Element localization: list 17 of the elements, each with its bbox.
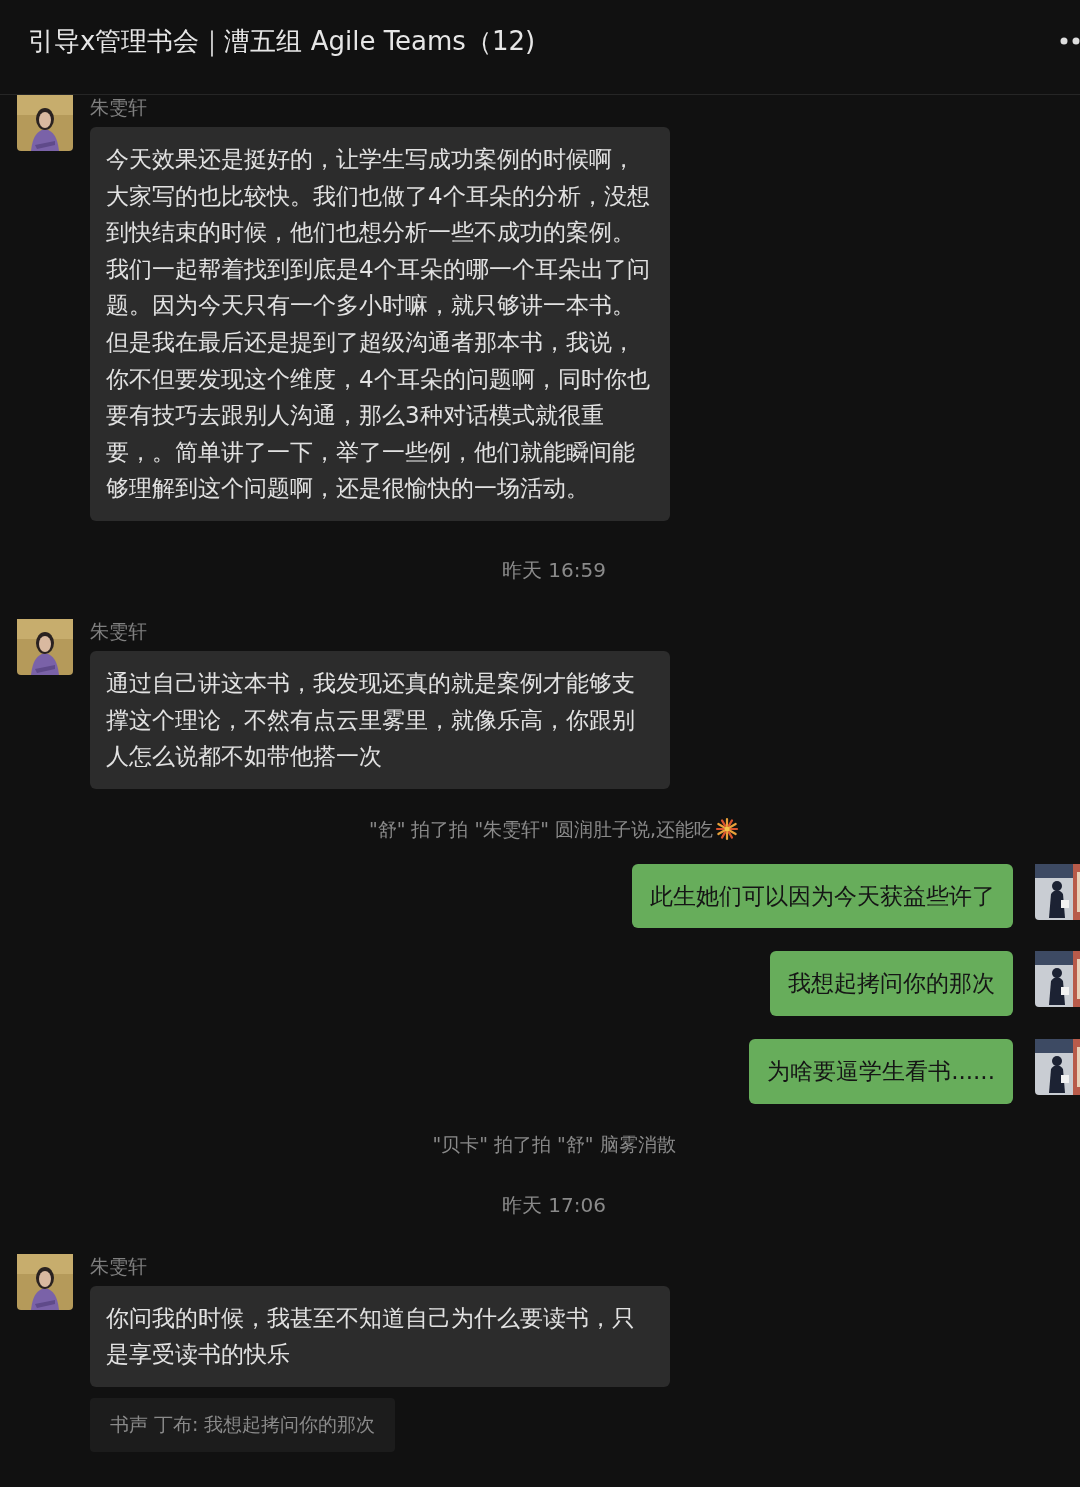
timestamp: 昨天 17:06: [501, 1191, 607, 1219]
sender-name: 朱雯轩: [90, 1254, 147, 1277]
message-bubble: 此生她们可以因为今天获益些许了: [632, 863, 1013, 929]
sender-name: 朱雯轩: [90, 619, 147, 642]
message-bubble: 通过自己讲这本书，我发现还真的就是案例才能够支撑这个理论，不然有点云里雾里，就像乐高，你跟别人怎么说都不如带他搭一次: [90, 650, 670, 789]
system-notice: "舒" 拍了拍 "朱雯轩" 圆润肚子说,还能吃: [368, 816, 714, 841]
message-bubble: 为啥要逼学生看书......: [749, 1038, 1013, 1104]
more-icon[interactable]: [1060, 37, 1080, 45]
message-bubble: 今天效果还是挺好的，让学生写成功案例的时候啊，大家写的也比较快。我们也做了4个耳朵的分析，没想到快结束的时候，他们也想分析一些不成功的案例。我们一起帮着找到到底是4个耳朵的哪一个耳朵出了问题。因为今天只有一个多小时嘛，就只够讲一本书。但是我在最后还是提到了超级沟通者那本书，我说，你不但要发现这个维度，4个耳朵的问题啊，同时你也要有技巧去跟别人沟通，那么3种对话模式就很重要，。简单讲了一下，举了一些例，他们就能瞬间能够理解到这个问题啊，还是很愉快的一场活动。: [90, 127, 670, 521]
timestamp: 昨天 16:59: [501, 556, 607, 584]
fireworks-icon: [715, 816, 740, 841]
message-bubble: 你问我的时候，我甚至不知道自己为什么要读书，只是享受读书的快乐: [90, 1285, 670, 1387]
window-title: 引导x管理书会｜漕五组 Agile Teams（12): [28, 24, 536, 59]
message-bubble: 我想起拷问你的那次: [770, 951, 1013, 1016]
quoted-message[interactable]: 书声 丁布: 我想起拷问你的那次: [90, 1397, 396, 1452]
sender-name: 朱雯轩: [90, 96, 147, 118]
system-notice: "贝卡" 拍了拍 "舒" 脑雾消散: [432, 1131, 676, 1156]
